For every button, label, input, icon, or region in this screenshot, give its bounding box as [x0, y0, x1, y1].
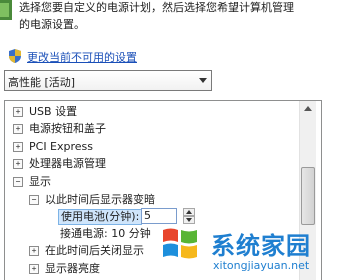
- intro-line-1: 选择您要自定义的电源计划，然后选择您希望计算机管理: [19, 1, 294, 14]
- intro-text: 选择您要自定义的电源计划，然后选择您希望计算机管理 的电源设置。: [19, 0, 337, 33]
- stepper-down-icon[interactable]: [183, 216, 195, 224]
- expand-icon[interactable]: +: [13, 159, 23, 169]
- tree-item-on-battery[interactable]: 使用电池(分钟): 5: [5, 208, 225, 225]
- shield-icon: [9, 49, 21, 63]
- expand-icon[interactable]: +: [13, 124, 23, 134]
- scroll-up-icon[interactable]: [300, 101, 316, 117]
- watermark-title: 系统家园: [211, 232, 311, 260]
- windows-logo-icon: [163, 228, 197, 259]
- power-plan-select-value: 高性能 [活动]: [8, 76, 76, 89]
- scrollbar-thumb[interactable]: [301, 167, 315, 225]
- tree-item-label: USB 设置: [29, 105, 78, 118]
- tree-item-label: 处理器电源管理: [29, 157, 106, 170]
- expand-icon[interactable]: +: [13, 142, 23, 152]
- expand-icon[interactable]: +: [29, 264, 39, 274]
- collapse-icon[interactable]: −: [13, 177, 23, 187]
- tree-item-label: 显示器亮度: [45, 262, 100, 275]
- watermark-url: xitongjiayuan.net: [213, 259, 310, 272]
- tree-item-label: 显示: [29, 175, 51, 188]
- power-plan-icon: [0, 0, 12, 20]
- chevron-down-icon: [199, 78, 207, 83]
- tree-item-label: 以此时间后显示器变暗: [45, 193, 155, 206]
- tree-item-label: PCI Express: [29, 140, 94, 153]
- power-plan-select[interactable]: 高性能 [活动]: [4, 70, 212, 91]
- collapse-icon[interactable]: −: [29, 195, 39, 205]
- expand-icon[interactable]: +: [29, 246, 39, 256]
- change-unavailable-settings-link[interactable]: 更改当前不可用的设置: [27, 49, 137, 65]
- expand-icon[interactable]: +: [13, 107, 23, 117]
- on-battery-label: 使用电池(分钟):: [58, 209, 143, 225]
- intro-line-2: 的电源设置。: [19, 18, 85, 31]
- on-battery-minutes-input[interactable]: 5: [141, 208, 177, 224]
- stepper-up-icon[interactable]: [183, 208, 195, 216]
- plugged-in-label: 接通电源: 10 分钟: [60, 227, 151, 240]
- tree-item-label: 电源按钮和盖子: [29, 122, 106, 135]
- tree-item-label: 在此时间后关闭显示: [45, 244, 144, 257]
- minutes-stepper[interactable]: [183, 208, 195, 224]
